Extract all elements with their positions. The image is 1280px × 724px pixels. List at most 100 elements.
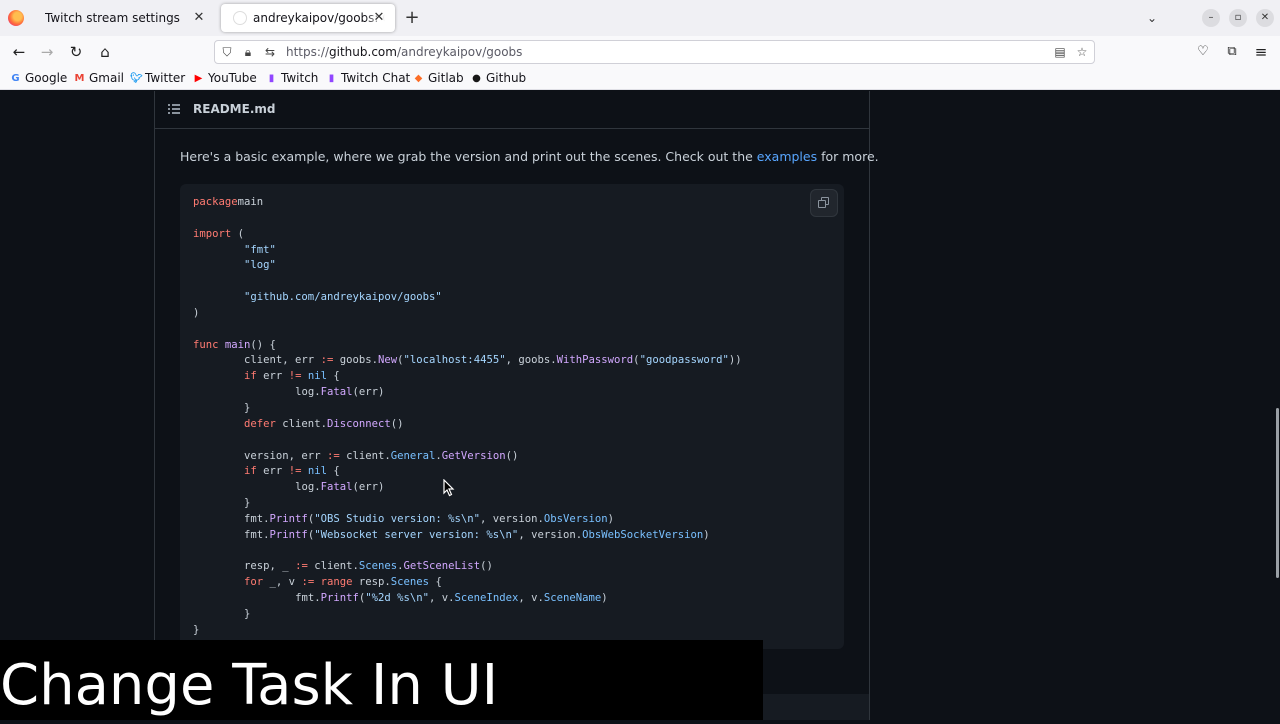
code-token: New bbox=[378, 354, 398, 367]
code-token: Scenes bbox=[390, 576, 430, 589]
code-token: GetVersion bbox=[441, 449, 506, 462]
bookmark-label: YouTube bbox=[208, 71, 257, 85]
bookmark-gmail[interactable]: M Gmail bbox=[74, 71, 125, 85]
hamburger-menu-icon[interactable]: ≡ bbox=[1250, 41, 1272, 63]
tab-goobs[interactable]: andreykaipov/goobs: Go client library fo… bbox=[221, 4, 395, 32]
code-token: main bbox=[224, 338, 251, 351]
code-token: "Websocket server version: %s\n" bbox=[314, 528, 519, 541]
gmail-icon: M bbox=[74, 72, 85, 84]
code-token: fmt. bbox=[193, 512, 270, 525]
reader-view-icon[interactable]: ▤ bbox=[1051, 43, 1069, 61]
code-token: err bbox=[256, 370, 289, 383]
code-token: "OBS Studio version: %s\n" bbox=[314, 512, 481, 525]
github-icon: ● bbox=[472, 72, 481, 84]
new-tab-button[interactable]: + bbox=[402, 8, 422, 28]
bookmark-twitch[interactable]: ▮ Twitch bbox=[266, 71, 319, 85]
code-token: package bbox=[193, 196, 238, 208]
code-token: version, err bbox=[193, 449, 327, 462]
code-token: if bbox=[244, 370, 257, 383]
scrollbar-thumb[interactable] bbox=[1276, 408, 1279, 578]
code-token: { bbox=[326, 465, 340, 478]
code-line: fmt.Printf("Websocket server version: %s… bbox=[193, 529, 710, 541]
shield-icon[interactable]: ⛉ bbox=[218, 43, 236, 61]
twitch-icon: ▮ bbox=[268, 72, 275, 84]
permissions-icon[interactable]: ⇆ bbox=[261, 43, 279, 61]
bookmark-label: Twitter bbox=[145, 71, 186, 85]
forward-arrow-icon[interactable]: → bbox=[36, 41, 58, 63]
bookmark-twitter[interactable]: 🐦︎ Twitter bbox=[130, 71, 185, 85]
copy-button[interactable] bbox=[810, 189, 838, 217]
code-token: ( bbox=[231, 227, 245, 240]
code-token: nil bbox=[307, 370, 327, 383]
pocket-icon[interactable]: ♡ bbox=[1192, 41, 1214, 63]
intro-text: Here's a basic example, where we grab th… bbox=[180, 149, 757, 164]
code-line: log.Fatal(err) bbox=[193, 386, 384, 398]
code-line: } bbox=[193, 497, 250, 509]
tab-title: Twitch stream settings bbox=[45, 11, 180, 25]
code-token: "goodpassword" bbox=[639, 354, 729, 367]
tab-strip: Twitch stream settings ✕ andreykaipov/go… bbox=[0, 0, 1280, 36]
bookmark-star-icon[interactable]: ☆ bbox=[1073, 43, 1091, 61]
bookmark-github[interactable]: ● Github bbox=[471, 71, 526, 85]
code-token: Printf bbox=[269, 528, 308, 541]
close-icon[interactable]: ✕ bbox=[371, 10, 387, 26]
code-token: SceneName bbox=[543, 592, 602, 605]
code-line: } bbox=[193, 608, 250, 620]
close-icon[interactable]: ✕ bbox=[191, 10, 207, 26]
bookmark-google[interactable]: G Google bbox=[10, 71, 67, 85]
bookmark-twitch-chat[interactable]: ▮ Twitch Chat bbox=[326, 71, 411, 85]
intro-text-end: for more. bbox=[817, 149, 879, 164]
address-bar[interactable]: ⛉ 🔒︎ ⇆ https://github.com/andreykaipov/g… bbox=[214, 40, 1095, 64]
bookmark-label: Google bbox=[25, 71, 68, 85]
code-line: packagemain bbox=[193, 196, 263, 208]
back-arrow-icon[interactable]: ← bbox=[8, 41, 30, 63]
code-token: log. bbox=[193, 386, 321, 399]
extensions-icon[interactable]: ⧉ bbox=[1221, 41, 1243, 63]
firefox-menu-icon[interactable] bbox=[8, 10, 24, 26]
minimize-button[interactable]: – bbox=[1202, 9, 1220, 27]
code-line: ) bbox=[193, 307, 199, 319]
examples-link[interactable]: examples bbox=[757, 149, 817, 164]
code-line: log.Fatal(err) bbox=[193, 481, 384, 493]
code-token: := bbox=[326, 449, 340, 462]
code-token: != bbox=[288, 465, 302, 478]
code-token: Disconnect bbox=[326, 417, 391, 430]
tab-twitch-settings[interactable]: Twitch stream settings ✕ bbox=[33, 4, 215, 32]
home-icon[interactable]: ⌂ bbox=[94, 41, 116, 63]
code-block: packagemain import ( "fmt" "log" "github… bbox=[180, 184, 844, 649]
lock-icon[interactable]: 🔒︎ bbox=[239, 43, 257, 61]
code-line: } bbox=[193, 402, 250, 414]
code-token: "localhost:4455" bbox=[403, 354, 506, 367]
code-content: packagemain import ( "fmt" "log" "github… bbox=[193, 195, 742, 639]
code-token: import bbox=[193, 227, 232, 240]
code-token: (err) bbox=[352, 481, 385, 494]
reload-icon[interactable]: ↻ bbox=[65, 41, 87, 63]
maximize-button[interactable]: ▫ bbox=[1229, 9, 1247, 27]
code-token: if bbox=[244, 465, 257, 478]
gitlab-icon: ◆ bbox=[414, 72, 423, 84]
code-line: fmt.Printf("OBS Studio version: %s\n", v… bbox=[193, 513, 614, 525]
url-prefix: https:// bbox=[286, 45, 330, 59]
code-token: )) bbox=[728, 354, 742, 367]
code-line: resp, _ := client.Scenes.GetSceneList() bbox=[193, 560, 493, 572]
chevron-down-icon[interactable]: ⌄ bbox=[1143, 9, 1161, 27]
url-domain: github.com bbox=[329, 45, 397, 59]
code-token: WithPassword bbox=[556, 354, 634, 367]
readme-header: README.md bbox=[155, 91, 869, 129]
code-token: } bbox=[193, 623, 200, 636]
code-token: client. bbox=[307, 560, 359, 573]
bookmark-youtube[interactable]: ▶ YouTube bbox=[193, 71, 257, 85]
url-text[interactable]: https://github.com/andreykaipov/goobs bbox=[286, 45, 522, 59]
readme-filename[interactable]: README.md bbox=[193, 102, 275, 116]
close-window-button[interactable]: ✕ bbox=[1256, 9, 1274, 27]
code-line: for _, v := range resp.Scenes { bbox=[193, 576, 442, 588]
bookmark-gitlab[interactable]: ◆ Gitlab bbox=[413, 71, 464, 85]
code-token: } bbox=[193, 607, 251, 620]
code-token: , goobs. bbox=[505, 354, 557, 367]
code-token: () bbox=[505, 449, 519, 462]
code-token: "log" bbox=[244, 259, 276, 272]
outline-list-icon[interactable] bbox=[168, 104, 180, 114]
